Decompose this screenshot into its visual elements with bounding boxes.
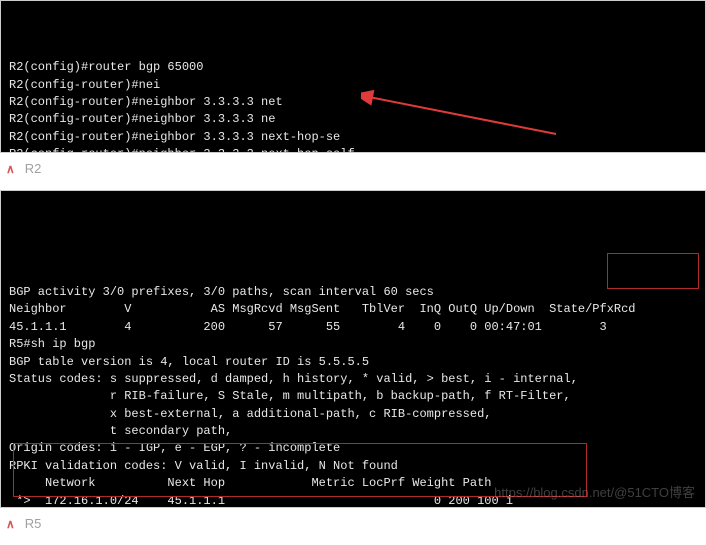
terminal-line: R2(config-router)#neighbor 3.3.3.3 ne <box>9 111 697 128</box>
terminal-line: Origin codes: i - IGP, e - EGP, ? - inco… <box>9 440 697 457</box>
terminal-line: *> 172.16.1.0/24 45.1.1.1 0 200 100 i <box>9 493 697 508</box>
terminal-line: x best-external, a additional-path, c RI… <box>9 406 697 423</box>
terminal-line: Status codes: s suppressed, d damped, h … <box>9 371 697 388</box>
terminal-line: R2(config-router)#neighbor 3.3.3.3 next-… <box>9 129 697 146</box>
terminal-line: Network Next Hop Metric LocPrf Weight Pa… <box>9 475 697 492</box>
terminal-block-r2: R2(config)#router bgp 65000R2(config-rou… <box>0 0 706 153</box>
collapse-row-r5[interactable]: ∧ R5 <box>0 508 706 545</box>
terminal-line: r RIB-failure, S Stale, m multipath, b b… <box>9 388 697 405</box>
collapse-label: R2 <box>25 161 42 176</box>
terminal-line: RPKI validation codes: V valid, I invali… <box>9 458 697 475</box>
collapse-label: R5 <box>25 516 42 531</box>
terminal-line: R2(config-router)#neighbor 3.3.3.3 next-… <box>9 146 697 153</box>
terminal-line: R5#sh ip bgp <box>9 336 697 353</box>
chevron-up-icon: ∧ <box>6 517 15 531</box>
terminal-line: t secondary path, <box>9 423 697 440</box>
page-wrap: R2(config)#router bgp 65000R2(config-rou… <box>0 0 706 545</box>
terminal-line: R2(config-router)#neighbor 3.3.3.3 net <box>9 94 697 111</box>
collapse-row-r2[interactable]: ∧ R2 <box>0 153 706 190</box>
terminal-line: R2(config)#router bgp 65000 <box>9 59 697 76</box>
terminal-line: BGP activity 3/0 prefixes, 3/0 paths, sc… <box>9 284 697 301</box>
chevron-up-icon: ∧ <box>6 162 15 176</box>
terminal-line: Neighbor V AS MsgRcvd MsgSent TblVer InQ… <box>9 301 697 318</box>
terminal-line: 45.1.1.1 4 200 57 55 4 0 0 00:47:01 3 <box>9 319 697 336</box>
terminal-line: BGP table version is 4, local router ID … <box>9 354 697 371</box>
terminal-block-r5: https://blog.csdn.net/@51CTO博客 BGP activ… <box>0 190 706 508</box>
terminal-line: R2(config-router)#nei <box>9 77 697 94</box>
